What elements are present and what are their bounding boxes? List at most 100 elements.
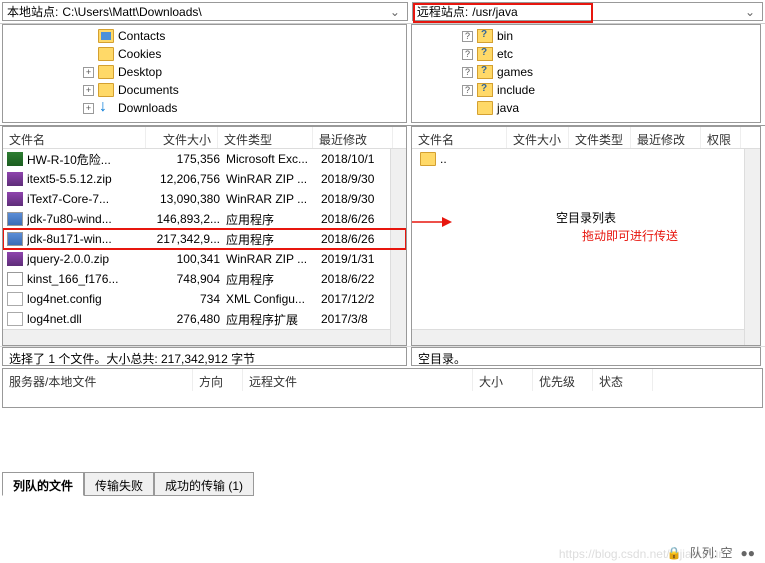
- remote-tree[interactable]: ?bin?etc?games? include java: [411, 24, 761, 123]
- scrollbar-horizontal[interactable]: [412, 329, 744, 345]
- file-size: 175,356: [154, 152, 226, 166]
- col-size[interactable]: 大小: [473, 369, 533, 391]
- col-size[interactable]: 文件大小: [507, 127, 569, 148]
- col-type[interactable]: 文件类型: [218, 127, 313, 148]
- tree-item[interactable]: ?etc: [412, 45, 760, 63]
- scrollbar-vertical[interactable]: [744, 149, 760, 345]
- file-date: 2017/3/8: [321, 312, 401, 326]
- file-type: 应用程序: [226, 211, 321, 228]
- col-name[interactable]: 文件名: [412, 127, 507, 148]
- file-name: jquery-2.0.0.zip: [27, 252, 154, 266]
- local-path-label: 本地站点:: [7, 3, 58, 20]
- col-name[interactable]: 文件名: [3, 127, 146, 148]
- remote-file-list[interactable]: 文件名 文件大小 文件类型 最近修改 权限 .. 空目录列表 拖动即可进行传送: [411, 126, 761, 346]
- col-remote-file[interactable]: 远程文件: [243, 369, 473, 391]
- local-status: 选择了 1 个文件。大小总共: 217,342,912 字节: [2, 347, 407, 366]
- arrow-annotation: [411, 207, 452, 237]
- file-row[interactable]: itext5-5.5.12.zip 12,206,756 WinRAR ZIP …: [3, 169, 406, 189]
- file-type: Microsoft Exc...: [226, 152, 321, 166]
- local-tree[interactable]: Contacts Cookies + Desktop +Documents+Downlo…: [2, 24, 407, 123]
- col-date[interactable]: 最近修改: [631, 127, 701, 148]
- scrollbar-horizontal[interactable]: [3, 329, 390, 345]
- tree-item[interactable]: Contacts: [3, 27, 406, 45]
- file-name: kinst_166_f176...: [27, 272, 154, 286]
- expand-unknown-icon[interactable]: ?: [462, 31, 473, 42]
- expand-icon[interactable]: +: [83, 67, 94, 78]
- tab-failed[interactable]: 传输失败: [84, 472, 154, 496]
- file-icon: [7, 192, 23, 206]
- file-icon: [7, 152, 23, 166]
- file-date: 2018/10/1: [321, 152, 401, 166]
- file-row[interactable]: iText7-Core-7... 13,090,380 WinRAR ZIP .…: [3, 189, 406, 209]
- expand-unknown-icon[interactable]: ?: [462, 85, 473, 96]
- queue-header[interactable]: 服务器/本地文件 方向 远程文件 大小 优先级 状态: [3, 369, 762, 391]
- expand-icon[interactable]: +: [83, 103, 94, 114]
- file-size: 748,904: [154, 272, 226, 286]
- parent-dir-label: ..: [440, 152, 447, 166]
- local-file-list[interactable]: 文件名 文件大小 文件类型 最近修改 HW-R-10危险... 175,356 …: [2, 126, 407, 346]
- chevron-down-icon[interactable]: ⌄: [387, 5, 403, 19]
- col-date[interactable]: 最近修改: [313, 127, 393, 148]
- file-name: HW-R-10危险...: [27, 151, 154, 168]
- col-local-file[interactable]: 服务器/本地文件: [3, 369, 193, 391]
- tree-item[interactable]: java: [412, 99, 760, 117]
- file-icon: [7, 172, 23, 186]
- file-row[interactable]: HW-R-10危险... 175,356 Microsoft Exc... 20…: [3, 149, 406, 169]
- tree-item-label: Cookies: [118, 47, 161, 61]
- path-bar: 本地站点: ⌄ 远程站点: ⌄: [0, 0, 765, 24]
- folder-icon: [98, 65, 114, 79]
- tree-item-label: include: [497, 83, 535, 97]
- local-path-input[interactable]: [62, 5, 387, 19]
- tree-item[interactable]: +Documents: [3, 81, 406, 99]
- tree-item[interactable]: ?bin: [412, 27, 760, 45]
- file-list-row: 文件名 文件大小 文件类型 最近修改 HW-R-10危险... 175,356 …: [0, 126, 765, 346]
- file-type: WinRAR ZIP ...: [226, 172, 321, 186]
- file-row[interactable]: jdk-7u80-wind... 146,893,2... 应用程序 2018/…: [3, 209, 406, 229]
- file-size: 146,893,2...: [154, 212, 226, 226]
- file-type: 应用程序: [226, 271, 321, 288]
- col-direction[interactable]: 方向: [193, 369, 243, 391]
- expand-icon[interactable]: +: [83, 85, 94, 96]
- remote-path-input[interactable]: [472, 5, 742, 19]
- file-icon: [7, 212, 23, 226]
- file-icon: [7, 312, 23, 326]
- col-perm[interactable]: 权限: [701, 127, 741, 148]
- transfer-queue[interactable]: 服务器/本地文件 方向 远程文件 大小 优先级 状态: [2, 368, 763, 408]
- remote-status: 空目录。: [411, 347, 761, 366]
- parent-dir-row[interactable]: ..: [412, 149, 760, 169]
- tab-success[interactable]: 成功的传输 (1): [154, 472, 254, 496]
- file-row[interactable]: jdk-8u171-win... 217,342,9... 应用程序 2018/…: [3, 229, 406, 249]
- remote-path-cell[interactable]: 远程站点: ⌄: [412, 2, 763, 21]
- col-type[interactable]: 文件类型: [569, 127, 631, 148]
- file-row[interactable]: jquery-2.0.0.zip 100,341 WinRAR ZIP ... …: [3, 249, 406, 269]
- chevron-down-icon[interactable]: ⌄: [742, 5, 758, 19]
- col-priority[interactable]: 优先级: [533, 369, 593, 391]
- file-icon: [7, 272, 23, 286]
- expand-unknown-icon[interactable]: ?: [462, 49, 473, 60]
- col-size[interactable]: 文件大小: [146, 127, 218, 148]
- file-row[interactable]: log4net.config 734 XML Configu... 2017/1…: [3, 289, 406, 309]
- file-row[interactable]: kinst_166_f176... 748,904 应用程序 2018/6/22: [3, 269, 406, 289]
- folder-icon: [98, 83, 114, 97]
- local-path-cell[interactable]: 本地站点: ⌄: [2, 2, 408, 21]
- empty-list-text: 空目录列表: [412, 169, 760, 226]
- status-row: 选择了 1 个文件。大小总共: 217,342,912 字节 空目录。: [0, 346, 765, 366]
- tree-item[interactable]: +Downloads: [3, 99, 406, 117]
- remote-list-header[interactable]: 文件名 文件大小 文件类型 最近修改 权限: [412, 127, 760, 149]
- tree-item[interactable]: ?games: [412, 63, 760, 81]
- col-state[interactable]: 状态: [593, 369, 653, 391]
- tree-item[interactable]: + Desktop: [3, 63, 406, 81]
- remote-path-label: 远程站点:: [417, 3, 468, 20]
- folder-up-icon: [420, 152, 436, 166]
- file-size: 217,342,9...: [154, 232, 226, 246]
- tree-item-label: Contacts: [118, 29, 165, 43]
- tree-item[interactable]: ? include: [412, 81, 760, 99]
- file-name: jdk-8u171-win...: [27, 232, 154, 246]
- local-list-header[interactable]: 文件名 文件大小 文件类型 最近修改: [3, 127, 406, 149]
- file-name: log4net.dll: [27, 312, 154, 326]
- tree-item[interactable]: Cookies: [3, 45, 406, 63]
- file-row[interactable]: log4net.dll 276,480 应用程序扩展 2017/3/8: [3, 309, 406, 329]
- expand-unknown-icon[interactable]: ?: [462, 67, 473, 78]
- tab-queued[interactable]: 列队的文件: [2, 472, 84, 496]
- tree-item-label: Desktop: [118, 65, 162, 79]
